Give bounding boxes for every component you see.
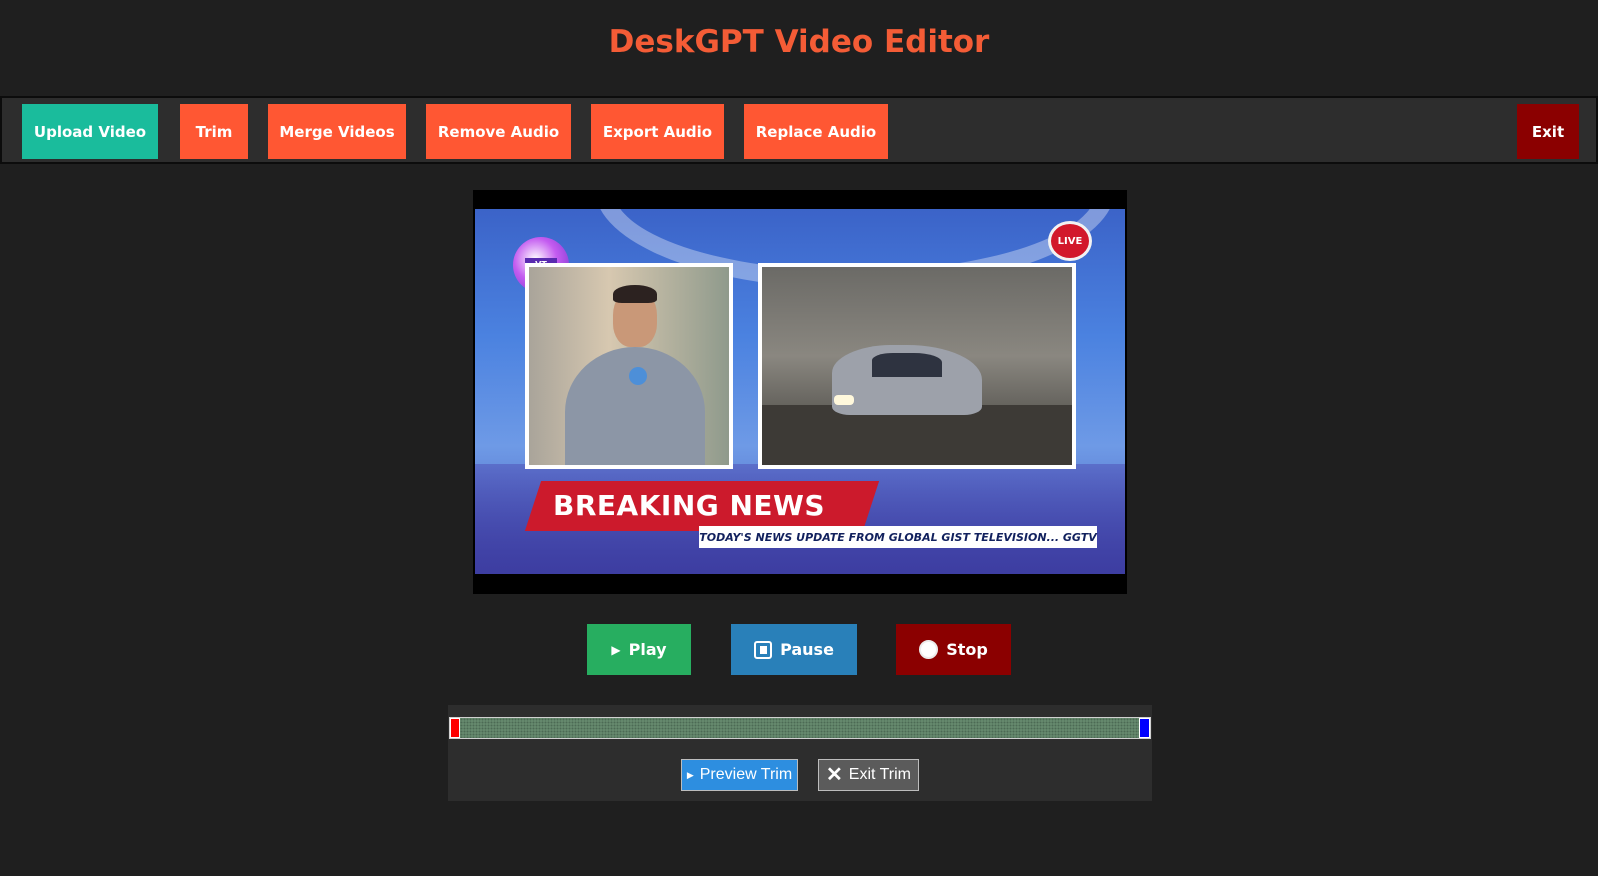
stop-icon — [919, 640, 939, 659]
stop-button[interactable]: Stop — [896, 624, 1011, 675]
play-triangle-icon: ▶ — [686, 769, 694, 780]
upload-video-button[interactable]: Upload Video — [22, 104, 158, 159]
trim-start-handle[interactable] — [450, 718, 460, 738]
pause-icon — [754, 640, 773, 659]
trim-timeline[interactable] — [449, 717, 1151, 739]
video-player[interactable]: VT TGS LIVE BREAKING NEWS TODAY'S NEWS U… — [473, 190, 1127, 594]
play-label: Play — [628, 640, 667, 659]
app-title: DeskGPT Video Editor — [608, 24, 990, 60]
trim-end-handle[interactable] — [1139, 718, 1150, 738]
news-ticker: TODAY'S NEWS UPDATE FROM GLOBAL GIST TEL… — [699, 526, 1097, 548]
toolbar: Upload Video Trim Merge Videos Remove Au… — [0, 96, 1598, 164]
car-window — [872, 353, 942, 377]
preview-trim-label: Preview Trim — [699, 766, 793, 783]
pause-label: Pause — [780, 640, 834, 659]
trim-selected-range[interactable] — [460, 718, 1140, 738]
close-icon: ✕ — [826, 764, 843, 786]
trim-panel: ▶ Preview Trim ✕ Exit Trim — [448, 705, 1152, 801]
street-scene-panel — [758, 263, 1076, 469]
exit-trim-label: Exit Trim — [848, 766, 911, 783]
video-frame-image: VT TGS LIVE BREAKING NEWS TODAY'S NEWS U… — [475, 209, 1125, 574]
video-editor-app: DeskGPT Video Editor Upload Video Trim M… — [0, 0, 1598, 876]
merge-videos-button[interactable]: Merge Videos — [268, 104, 406, 159]
reporter-panel — [525, 263, 733, 469]
play-button[interactable]: ▶ Play — [587, 624, 691, 675]
pause-button[interactable]: Pause — [731, 624, 857, 675]
car-headlight — [834, 395, 854, 405]
breaking-news-headline: BREAKING NEWS — [553, 489, 826, 522]
live-badge: LIVE — [1048, 221, 1092, 261]
trim-button[interactable]: Trim — [180, 104, 248, 159]
replace-audio-button[interactable]: Replace Audio — [744, 104, 888, 159]
exit-trim-button[interactable]: ✕ Exit Trim — [818, 759, 919, 791]
play-icon: ▶ — [611, 642, 621, 657]
remove-audio-button[interactable]: Remove Audio — [426, 104, 571, 159]
reporter-body — [565, 347, 705, 465]
microphone-icon — [629, 367, 647, 385]
stop-label: Stop — [946, 640, 988, 659]
reporter-hair — [613, 285, 657, 303]
preview-trim-button[interactable]: ▶ Preview Trim — [681, 759, 798, 791]
export-audio-button[interactable]: Export Audio — [591, 104, 724, 159]
exit-button[interactable]: Exit — [1517, 104, 1579, 159]
